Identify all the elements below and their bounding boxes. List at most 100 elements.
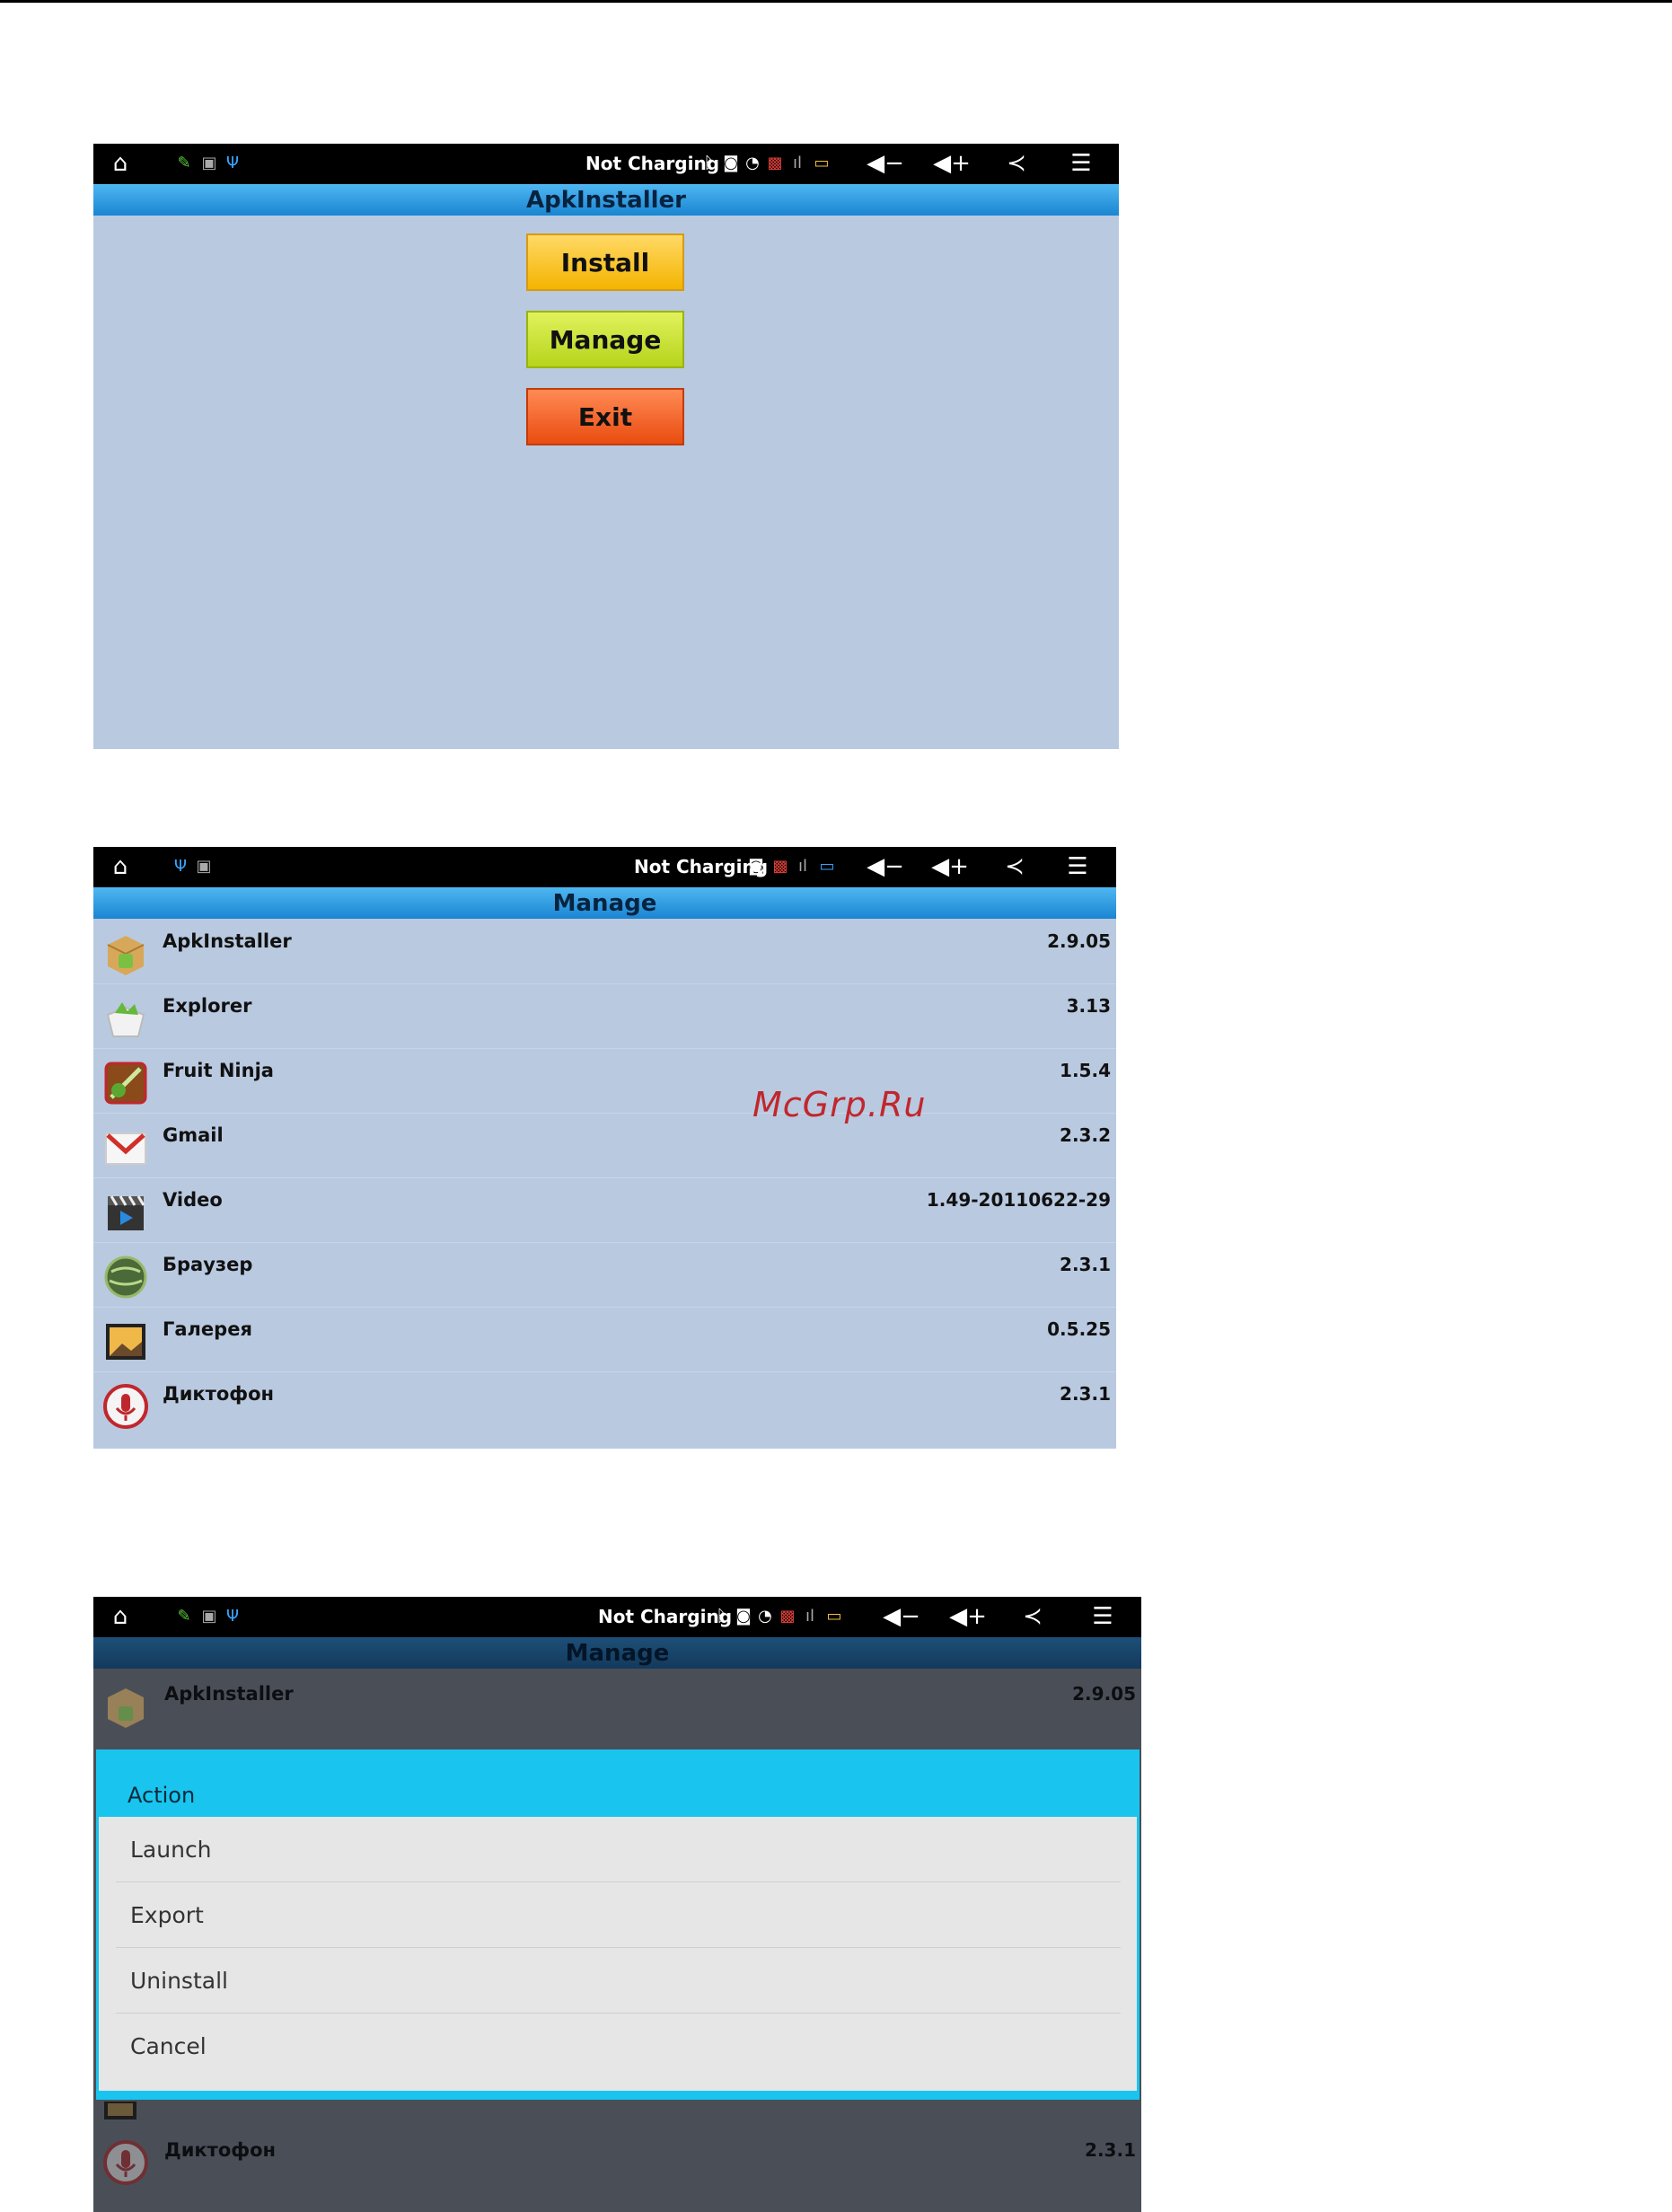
volume-up-icon[interactable]: ◀+ [949, 1602, 987, 1631]
signal-icon: ıl [805, 1607, 814, 1626]
gallery-icon [106, 1324, 145, 1360]
android-debug-icon: ▣ [196, 857, 212, 876]
app-name: Explorer [163, 995, 252, 1017]
app-title-bar: ApkInstaller [93, 184, 1119, 216]
app-version: 2.9.05 [1047, 930, 1111, 952]
app-list-item[interactable]: Браузер 2.3.1 [93, 1243, 1116, 1308]
menu-icon[interactable]: ☰ [1085, 1602, 1121, 1631]
battery-status-text: Not Charging [598, 1606, 733, 1627]
gallery-icon [104, 2102, 136, 2119]
back-icon[interactable]: ≺ [1013, 1602, 1052, 1631]
volume-down-icon[interactable]: ◀− [867, 852, 904, 881]
app-version: 1.49-20110622-29 [926, 1189, 1111, 1211]
battery-icon: ▭ [819, 857, 835, 876]
signal-icon: ıl [792, 154, 802, 172]
android-debug-icon: ▣ [201, 1607, 217, 1626]
battery-icon: ▭ [814, 154, 830, 172]
video-clapper-icon [108, 1195, 145, 1230]
usb-icon: Ψ [225, 1607, 240, 1626]
cancel-menu-item[interactable]: Cancel [116, 2014, 1121, 2079]
screenshot-icon: ◙ [735, 1607, 752, 1626]
menu-icon[interactable]: ☰ [1060, 852, 1096, 881]
notification-leaf-icon: ✎ [177, 1607, 191, 1626]
app-name: Диктофон [163, 1383, 275, 1405]
app-name: Video [163, 1189, 223, 1211]
manage-title-bar: Manage [93, 887, 1116, 919]
android-debug-icon: ▣ [201, 154, 217, 172]
manage-title-bar: Manage [93, 1637, 1141, 1669]
app-name: Gmail [163, 1124, 224, 1146]
app-list-item[interactable]: Fruit Ninja 1.5.4 [93, 1049, 1116, 1114]
volume-up-icon[interactable]: ◀+ [931, 852, 969, 881]
app-version: 2.3.2 [1060, 1124, 1111, 1146]
app-version: 1.5.4 [1060, 1060, 1111, 1081]
fruit-ninja-icon [104, 1062, 147, 1105]
screen-manage-action-dialog: ⌂ ✎ ▣ Ψ Not Charging ᛒ ◙ ◔ ▩ ıl ▭ ◀− ◀+ … [93, 1597, 1141, 2212]
gmail-icon [105, 1132, 146, 1165]
dialog-title: Action [128, 1783, 196, 1808]
home-icon[interactable]: ⌂ [104, 852, 136, 881]
install-button[interactable]: Install [526, 234, 684, 291]
screenshot-icon: ◙ [723, 154, 739, 172]
launch-menu-item[interactable]: Launch [116, 1817, 1121, 1882]
microphone-icon [103, 2140, 148, 2185]
status-bar: ⌂ ✎ ▣ Ψ Not Charging ᛒ ◙ ◔ ▩ ıl ▭ ◀− ◀+ … [93, 144, 1119, 184]
app-name: ApkInstaller [163, 930, 292, 952]
browser-globe-icon [104, 1256, 147, 1299]
app-list-item[interactable]: Gmail 2.3.2 [93, 1114, 1116, 1178]
app-list-item[interactable]: Диктофон 2.3.1 [93, 1372, 1116, 1437]
app-name: Галерея [163, 1318, 252, 1340]
screenshot-icon: ◙ [748, 857, 764, 876]
apk-package-icon [107, 936, 145, 975]
sd-card-icon: ▩ [767, 154, 783, 172]
usb-icon: Ψ [173, 857, 188, 876]
sd-card-icon: ▩ [779, 1607, 796, 1626]
usb-icon: Ψ [225, 154, 240, 172]
status-bar: ⌂ Ψ ▣ Not Charging ◙ ▩ ıl ▭ ◀− ◀+ ≺ ☰ [93, 847, 1116, 887]
app-name: Браузер [163, 1254, 253, 1275]
dialog-title-bar: Action [99, 1752, 1137, 1817]
status-bar: ⌂ ✎ ▣ Ψ Not Charging ᛒ ◙ ◔ ▩ ıl ▭ ◀− ◀+ … [93, 1597, 1141, 1637]
screen-apkinstaller-home: ⌂ ✎ ▣ Ψ Not Charging ᛒ ◙ ◔ ▩ ıl ▭ ◀− ◀+ … [93, 144, 1119, 749]
app-name: Fruit Ninja [163, 1060, 274, 1081]
app-list-item[interactable]: Explorer 3.13 [93, 984, 1116, 1049]
app-name: ApkInstaller [164, 1683, 294, 1705]
watermark-text: McGrp.Ru [752, 1085, 927, 1124]
volume-down-icon[interactable]: ◀− [867, 149, 904, 178]
signal-icon: ıl [797, 857, 807, 876]
action-dialog: Action Launch Export Uninstall Cancel [96, 1749, 1140, 2100]
app-list-item[interactable]: ApkInstaller 2.9.05 [93, 920, 1116, 984]
battery-icon: ▭ [826, 1607, 842, 1626]
uninstall-menu-item[interactable]: Uninstall [116, 1948, 1121, 2014]
app-list-item[interactable]: Video 1.49-20110622-29 [93, 1178, 1116, 1243]
app-list-item[interactable]: Галерея 0.5.25 [93, 1308, 1116, 1372]
wifi-icon: ◔ [758, 1607, 772, 1626]
app-version: 2.3.1 [1085, 2139, 1136, 2161]
wifi-icon: ◔ [745, 154, 760, 172]
app-list-item: ApkInstaller 2.9.05 [93, 1672, 1141, 1737]
home-icon[interactable]: ⌂ [104, 149, 136, 178]
explorer-icon [106, 1002, 145, 1037]
app-version: 2.3.1 [1060, 1254, 1111, 1275]
back-icon[interactable]: ≺ [995, 852, 1034, 881]
bluetooth-icon: ᛒ [716, 1607, 726, 1626]
apk-package-icon [108, 1688, 144, 1728]
exit-button[interactable]: Exit [526, 388, 684, 445]
volume-down-icon[interactable]: ◀− [883, 1602, 920, 1631]
screen-manage-list: ⌂ Ψ ▣ Not Charging ◙ ▩ ıl ▭ ◀− ◀+ ≺ ☰ Ma… [93, 847, 1116, 1449]
notification-leaf-icon: ✎ [177, 154, 191, 172]
app-list-item: Диктофон 2.3.1 [93, 2128, 1141, 2193]
microphone-icon [103, 1384, 148, 1429]
volume-up-icon[interactable]: ◀+ [933, 149, 971, 178]
home-icon[interactable]: ⌂ [104, 1602, 136, 1631]
menu-icon[interactable]: ☰ [1063, 149, 1099, 178]
bluetooth-icon: ᛒ [703, 154, 714, 172]
export-menu-item[interactable]: Export [116, 1882, 1121, 1948]
app-version: 2.3.1 [1060, 1383, 1111, 1405]
app-version: 0.5.25 [1047, 1318, 1111, 1340]
app-version: 2.9.05 [1072, 1683, 1136, 1705]
back-icon[interactable]: ≺ [997, 149, 1036, 178]
app-name: Диктофон [164, 2139, 277, 2161]
manage-button[interactable]: Manage [526, 311, 684, 368]
page-top-rule [0, 0, 1672, 3]
